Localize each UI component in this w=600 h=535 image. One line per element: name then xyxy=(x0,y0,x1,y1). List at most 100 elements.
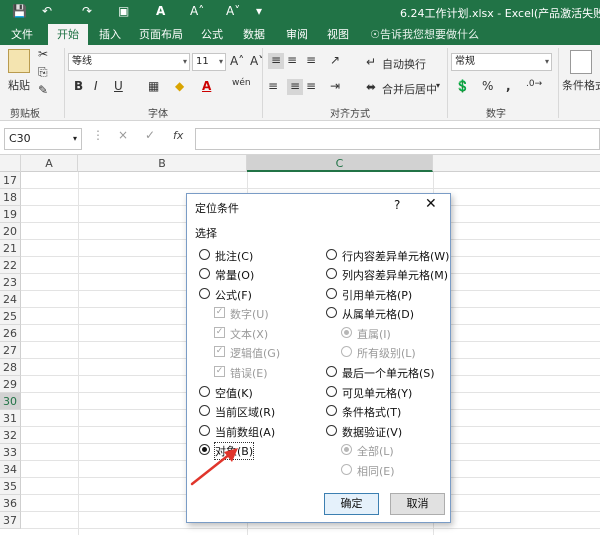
tab-file[interactable]: 文件 xyxy=(4,24,40,45)
radio-button[interactable] xyxy=(341,346,352,357)
row-header[interactable]: 33 xyxy=(0,444,21,461)
radio-button[interactable] xyxy=(326,288,337,299)
tab-data[interactable]: 数据 xyxy=(236,24,272,45)
border-icon[interactable]: ▦ xyxy=(148,79,159,93)
underline-button[interactable]: U xyxy=(114,79,123,93)
radio-button[interactable] xyxy=(199,268,210,279)
currency-icon[interactable]: 💲 xyxy=(455,79,470,93)
radio-button[interactable] xyxy=(326,366,337,377)
redo-icon[interactable]: ↷ xyxy=(82,4,92,18)
row-header[interactable]: 28 xyxy=(0,359,21,376)
row-header[interactable]: 27 xyxy=(0,342,21,359)
number-format-select[interactable]: 常规 ▾ xyxy=(451,53,552,71)
save-icon[interactable]: 💾 xyxy=(12,4,27,18)
column-header-c[interactable]: C xyxy=(247,155,433,172)
radio-button[interactable] xyxy=(326,249,337,260)
align-top-icon[interactable]: ≡ xyxy=(268,53,284,69)
radio-button[interactable] xyxy=(326,405,337,416)
align-left-icon[interactable]: ≡ xyxy=(268,79,278,93)
align-middle-icon[interactable]: ≡ xyxy=(287,53,297,67)
conditional-format-button[interactable]: 条件格式 xyxy=(562,77,600,93)
row-header[interactable]: 21 xyxy=(0,240,21,257)
select-all-corner[interactable] xyxy=(0,155,21,172)
font-shrink-icon[interactable]: A˅ xyxy=(226,4,240,18)
phonetic-icon[interactable]: wén xyxy=(232,78,251,88)
tell-me-box[interactable]: 告诉我您想要做什么 xyxy=(380,24,500,45)
font-size-select[interactable]: 11 ▾ xyxy=(192,53,226,71)
radio-button[interactable] xyxy=(199,288,210,299)
radio-button[interactable] xyxy=(199,386,210,397)
comma-button[interactable]: , xyxy=(506,79,511,93)
cut-icon[interactable]: ✂ xyxy=(38,47,48,61)
camera-icon[interactable]: ▣ xyxy=(118,4,129,18)
fill-color-icon[interactable]: ◆ xyxy=(175,79,184,93)
italic-button[interactable]: I xyxy=(94,79,98,93)
row-header[interactable]: 17 xyxy=(0,172,21,189)
cancel-button[interactable]: 取消 xyxy=(390,493,445,515)
cancel-icon[interactable]: × xyxy=(118,128,128,142)
tab-page-layout[interactable]: 页面布局 xyxy=(135,24,187,45)
customize-icon[interactable]: ▾ xyxy=(256,4,262,18)
help-button[interactable]: ? xyxy=(394,198,400,212)
chevron-down-icon[interactable]: ▾ xyxy=(436,81,440,90)
radio-button-selected[interactable] xyxy=(341,327,352,338)
orientation-icon[interactable]: ↗ xyxy=(330,53,340,67)
tab-home[interactable]: 开始 xyxy=(48,24,88,45)
paste-button[interactable]: 粘贴 xyxy=(8,77,30,93)
radio-button[interactable] xyxy=(326,268,337,279)
radio-button[interactable] xyxy=(326,425,337,436)
align-bottom-icon[interactable]: ≡ xyxy=(306,53,316,67)
bold-button[interactable]: B xyxy=(74,79,83,93)
row-header[interactable]: 29 xyxy=(0,376,21,393)
radio-button[interactable] xyxy=(199,405,210,416)
row-header[interactable]: 32 xyxy=(0,427,21,444)
radio-button[interactable] xyxy=(199,425,210,436)
close-button[interactable]: ✕ xyxy=(425,196,437,212)
row-header[interactable]: 31 xyxy=(0,410,21,427)
radio-button-selected[interactable] xyxy=(341,444,352,455)
row-header[interactable]: 18 xyxy=(0,189,21,206)
font-name-select[interactable]: 等线 ▾ xyxy=(68,53,190,71)
row-header[interactable]: 23 xyxy=(0,274,21,291)
row-header[interactable]: 22 xyxy=(0,257,21,274)
font-grow-icon[interactable]: A˄ xyxy=(230,54,244,68)
align-right-icon[interactable]: ≡ xyxy=(306,79,316,93)
radio-button[interactable] xyxy=(326,386,337,397)
tab-formulas[interactable]: 公式 xyxy=(194,24,230,45)
wrap-text-button[interactable]: 自动换行 xyxy=(382,56,426,72)
tab-insert[interactable]: 插入 xyxy=(92,24,128,45)
indent-icon[interactable]: ⇥ xyxy=(330,79,340,93)
row-header[interactable]: 34 xyxy=(0,461,21,478)
ok-button[interactable]: 确定 xyxy=(324,493,379,515)
row-header[interactable]: 19 xyxy=(0,206,21,223)
paste-icon[interactable] xyxy=(8,49,30,73)
format-painter-icon[interactable]: ✎ xyxy=(38,83,48,97)
formula-input[interactable] xyxy=(195,128,600,150)
tab-review[interactable]: 审阅 xyxy=(279,24,315,45)
tab-view[interactable]: 视图 xyxy=(320,24,356,45)
radio-button[interactable] xyxy=(199,249,210,260)
undo-icon[interactable]: ↶ xyxy=(42,4,52,18)
row-header[interactable]: 35 xyxy=(0,478,21,495)
merge-center-button[interactable]: 合并后居中 xyxy=(382,81,437,97)
name-box[interactable]: C30 ▾ xyxy=(4,128,82,150)
row-header[interactable]: 25 xyxy=(0,308,21,325)
column-header-b[interactable]: B xyxy=(78,155,247,172)
row-header[interactable]: 37 xyxy=(0,512,21,529)
row-header[interactable]: 36 xyxy=(0,495,21,512)
bold-a-icon[interactable]: A xyxy=(156,4,165,18)
conditional-format-icon[interactable] xyxy=(570,50,592,74)
font-color-icon[interactable]: A xyxy=(202,79,211,93)
row-header[interactable]: 30 xyxy=(0,393,21,410)
insert-function-icon[interactable]: fx xyxy=(173,129,183,142)
row-header[interactable]: 20 xyxy=(0,223,21,240)
radio-button[interactable] xyxy=(326,307,337,318)
radio-button[interactable] xyxy=(341,464,352,475)
row-header[interactable]: 26 xyxy=(0,325,21,342)
column-header-a[interactable]: A xyxy=(21,155,78,172)
enter-icon[interactable]: ✓ xyxy=(145,128,155,142)
percent-button[interactable]: % xyxy=(482,79,493,93)
font-grow-icon[interactable]: A˄ xyxy=(190,4,204,18)
align-center-icon[interactable]: ≡ xyxy=(287,79,303,95)
row-header[interactable]: 24 xyxy=(0,291,21,308)
